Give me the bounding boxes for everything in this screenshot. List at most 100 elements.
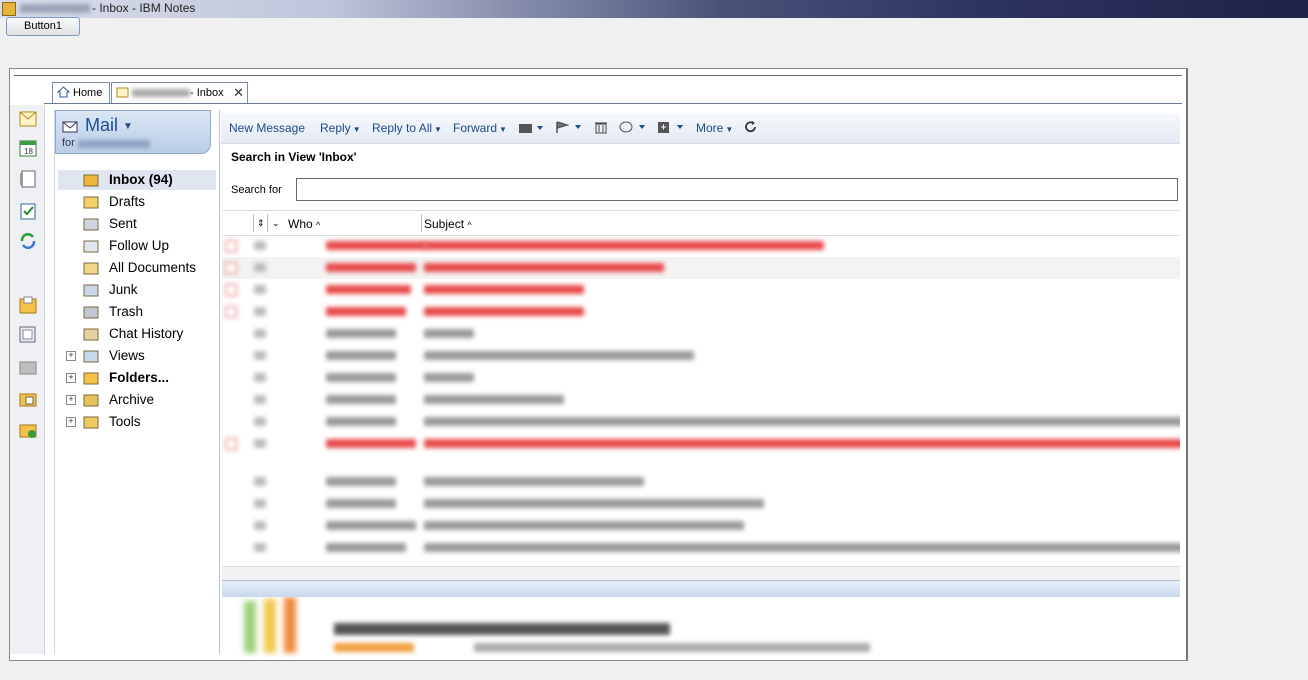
- reply-to-all-button[interactable]: Reply to All ▼: [372, 121, 442, 135]
- open-list-rail: 18: [10, 105, 45, 654]
- inbox-icon: [83, 174, 99, 187]
- workspace-launcher-icon[interactable]: [18, 295, 38, 315]
- sort-arrow-icon: ^: [316, 220, 321, 230]
- tab-home[interactable]: Home: [52, 82, 110, 103]
- blurred-preview-graphic: [264, 599, 276, 653]
- delete-icon[interactable]: [594, 120, 608, 134]
- expand-icon[interactable]: +: [66, 351, 76, 361]
- table-row[interactable]: [222, 323, 1180, 345]
- nav-item-views[interactable]: + Views: [58, 346, 216, 366]
- nav-item-all-documents[interactable]: All Documents: [58, 258, 216, 278]
- blurred-sender: [326, 351, 396, 360]
- blurred-subject: [424, 285, 584, 294]
- refresh-icon[interactable]: [744, 120, 758, 134]
- message-type-icon: [254, 477, 266, 486]
- table-row[interactable]: [222, 537, 1180, 559]
- table-row[interactable]: [222, 235, 1180, 257]
- message-type-icon: [254, 521, 266, 530]
- mail-owner-label: for: [62, 137, 75, 149]
- sort-toggle-icon[interactable]: ⇕: [257, 218, 265, 229]
- blurred-preview-graphic: [284, 597, 296, 653]
- contacts-launcher-icon[interactable]: [18, 169, 38, 189]
- table-row[interactable]: [222, 411, 1180, 433]
- bookmarks-launcher-icon[interactable]: [18, 389, 38, 409]
- chevron-down-icon: ▼: [725, 125, 734, 134]
- search-input[interactable]: [296, 178, 1178, 201]
- column-who[interactable]: Who ^: [288, 217, 320, 231]
- move-to-folder-icon[interactable]: [519, 122, 545, 134]
- forward-button[interactable]: Forward ▼: [453, 121, 507, 135]
- nav-item-drafts[interactable]: Drafts: [58, 192, 216, 212]
- table-row[interactable]: [222, 493, 1180, 515]
- mail-launcher-icon[interactable]: [18, 109, 38, 129]
- tab-inbox[interactable]: - Inbox ✕: [111, 82, 248, 103]
- message-type-icon: [254, 263, 266, 272]
- blurred-sender: [326, 543, 406, 552]
- nav-item-label: Follow Up: [109, 238, 170, 253]
- chat-icon[interactable]: [619, 121, 647, 134]
- calendar-launcher-icon[interactable]: 18: [18, 138, 38, 158]
- more-actions-icon[interactable]: [657, 121, 685, 134]
- nav-item-inbox-94[interactable]: Inbox (94): [58, 170, 216, 190]
- flag-icon[interactable]: [556, 121, 582, 134]
- blurred-subject: [424, 329, 474, 338]
- nav-item-sent[interactable]: Sent: [58, 214, 216, 234]
- nav-item-archive[interactable]: + Archive: [58, 390, 216, 410]
- expand-icon[interactable]: +: [66, 417, 76, 427]
- table-row[interactable]: [222, 471, 1180, 493]
- blurred-sender: [326, 395, 396, 404]
- home-icon: [57, 86, 70, 98]
- table-row[interactable]: [222, 279, 1180, 301]
- replicate-launcher-icon[interactable]: [18, 231, 38, 251]
- drafts-icon: [83, 196, 99, 209]
- recent-launcher-icon[interactable]: [18, 420, 38, 440]
- button1[interactable]: Button1: [6, 17, 80, 36]
- nav-item-junk[interactable]: Junk: [58, 280, 216, 300]
- mail-header[interactable]: Mail ▼ for: [55, 110, 211, 154]
- reply-button[interactable]: Reply ▼: [320, 121, 361, 135]
- nav-item-follow-up[interactable]: Follow Up: [58, 236, 216, 256]
- nav-item-chat-history[interactable]: Chat History: [58, 324, 216, 344]
- message-type-icon: [254, 329, 266, 338]
- folder-launcher-icon[interactable]: [18, 357, 38, 377]
- column-subject[interactable]: Subject ^: [424, 217, 472, 231]
- chevron-down-icon[interactable]: ▼: [123, 121, 133, 132]
- new-message-button[interactable]: New Message: [229, 121, 305, 135]
- message-type-icon: [254, 351, 266, 360]
- table-row[interactable]: [222, 367, 1180, 389]
- blurred-subject: [424, 417, 1180, 426]
- expand-icon[interactable]: +: [66, 395, 76, 405]
- table-row[interactable]: [222, 301, 1180, 323]
- nav-item-label: Chat History: [109, 326, 184, 341]
- table-row[interactable]: [222, 515, 1180, 537]
- blurred-preview-subject: [334, 623, 670, 635]
- table-row[interactable]: [222, 257, 1180, 279]
- table-row[interactable]: [222, 389, 1180, 411]
- blurred-subject: [424, 543, 1180, 552]
- blurred-sender: [326, 439, 416, 448]
- todo-launcher-icon[interactable]: [18, 201, 38, 221]
- blurred-subject: [424, 395, 564, 404]
- blurred-subject: [424, 477, 644, 486]
- table-row[interactable]: [222, 433, 1180, 455]
- nav-item-tools[interactable]: + Tools: [58, 412, 216, 432]
- horizontal-scrollbar[interactable]: [222, 566, 1180, 581]
- mail-title: Mail: [85, 115, 119, 135]
- chevron-down-icon: ▼: [352, 125, 361, 134]
- chat-icon: [83, 328, 99, 341]
- nav-item-folders[interactable]: + Folders...: [58, 368, 216, 388]
- unread-marker-icon: [225, 306, 237, 318]
- view-column-header: ⇕ ⌄ Who ^ Subject ^: [222, 210, 1180, 236]
- table-row[interactable]: [222, 345, 1180, 367]
- blurred-user-name: [78, 140, 150, 148]
- nav-item-trash[interactable]: Trash: [58, 302, 216, 322]
- chevron-down-icon[interactable]: ⌄: [272, 218, 280, 229]
- close-tab-icon[interactable]: ✕: [233, 83, 244, 103]
- window-title-bar: - Inbox - IBM Notes: [0, 0, 1308, 18]
- more-button[interactable]: More ▼: [696, 121, 733, 135]
- folder-icon: [83, 372, 99, 385]
- message-type-icon: [254, 307, 266, 316]
- expand-icon[interactable]: +: [66, 373, 76, 383]
- sametime-launcher-icon[interactable]: [18, 325, 38, 345]
- action-toolbar: New Message Reply ▼ Reply to All ▼ Forward…: [221, 113, 1180, 144]
